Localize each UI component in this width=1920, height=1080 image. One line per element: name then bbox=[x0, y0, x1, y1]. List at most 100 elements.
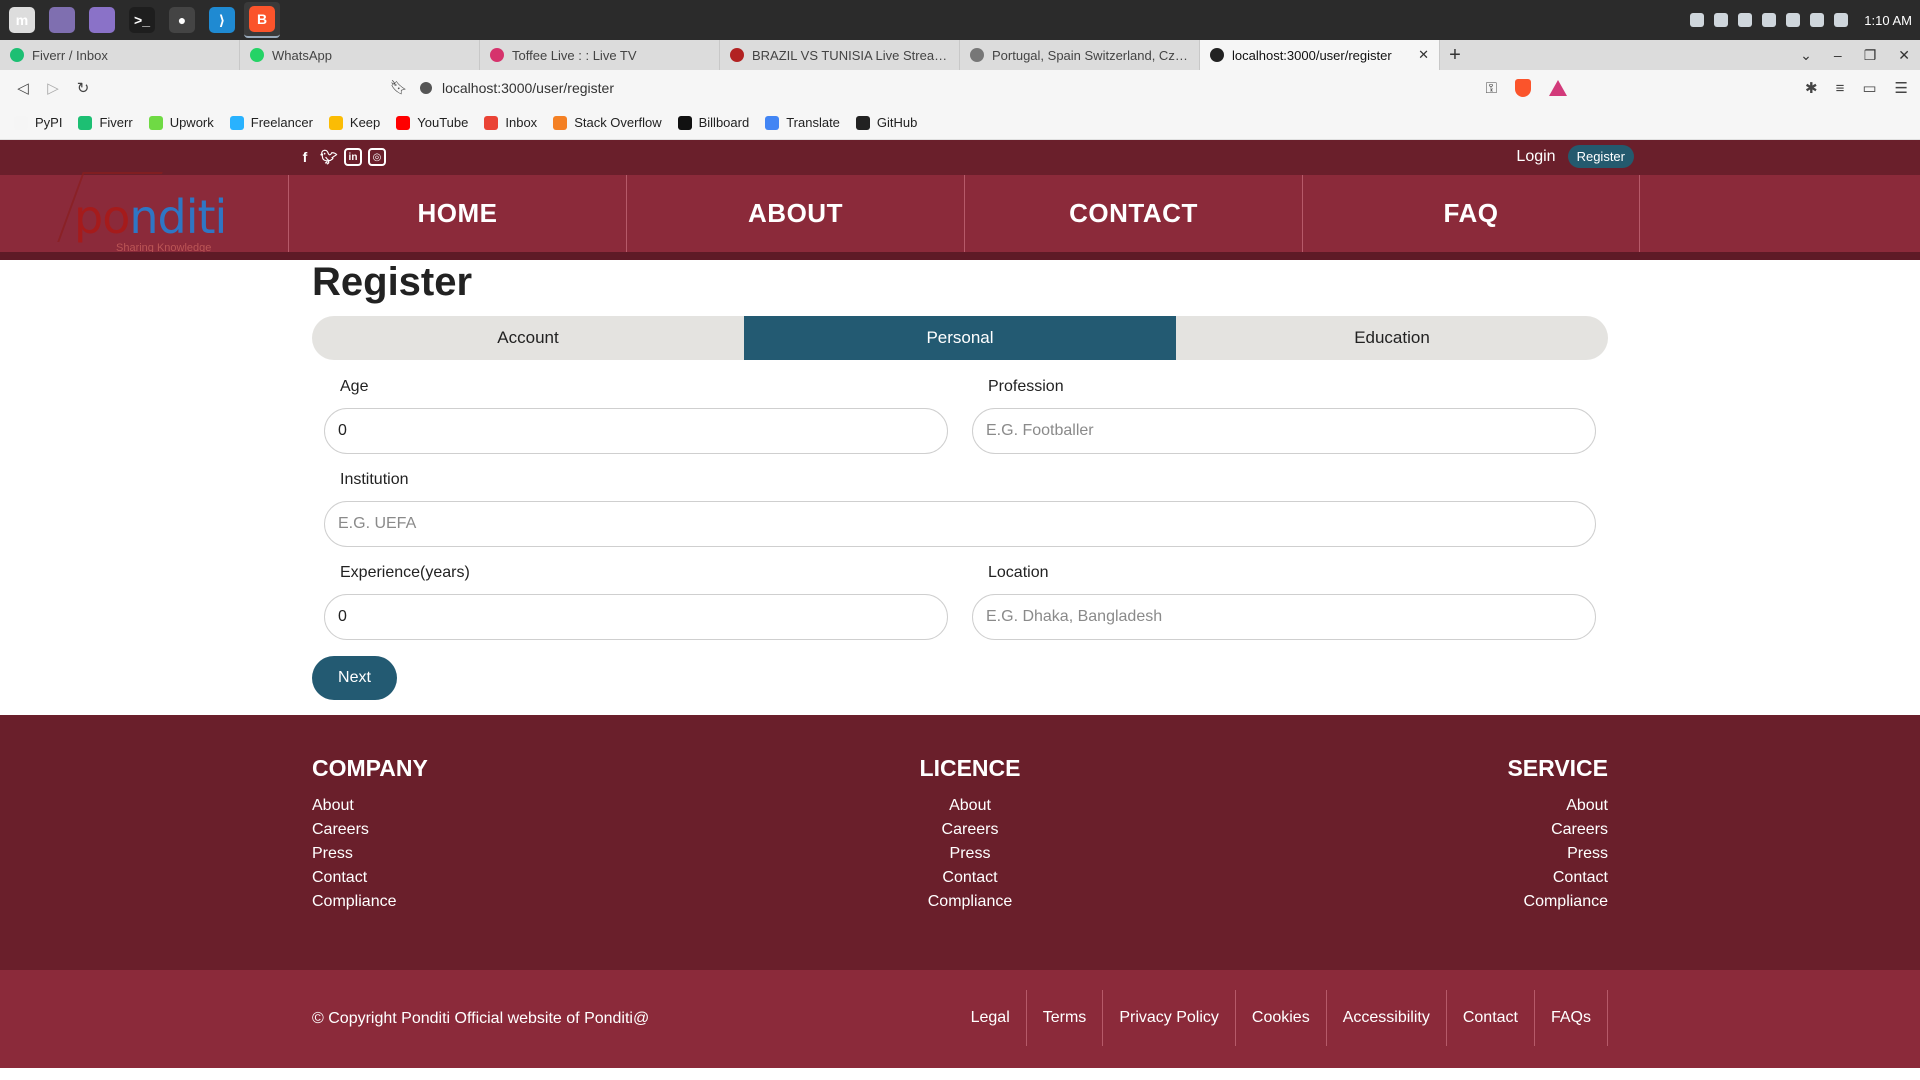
page-title: Register bbox=[312, 260, 473, 304]
bluetooth-icon[interactable] bbox=[1714, 13, 1729, 27]
brave-rewards-icon[interactable] bbox=[1549, 80, 1568, 96]
footer-link[interactable]: Contact bbox=[1507, 866, 1608, 890]
bookmark-item[interactable]: Inbox bbox=[484, 115, 537, 130]
music-icon[interactable] bbox=[1810, 13, 1825, 27]
site-logo[interactable]: ponditi Sharing Knowledge bbox=[57, 170, 230, 254]
footer-link[interactable]: Compliance bbox=[312, 890, 428, 914]
bookmark-item[interactable]: Translate bbox=[765, 115, 840, 130]
footer-link[interactable]: Careers bbox=[910, 818, 1030, 842]
twitter-icon[interactable]: 🐦︎ bbox=[320, 148, 338, 166]
reload-button[interactable]: ↻ bbox=[68, 79, 98, 97]
clock[interactable]: 1:10 AM bbox=[1864, 13, 1912, 28]
footer-link[interactable]: About bbox=[910, 794, 1030, 818]
footer-link[interactable]: Compliance bbox=[1507, 890, 1608, 914]
menu-icon[interactable]: ☰ bbox=[1895, 79, 1908, 97]
close-tab-icon[interactable]: ✕ bbox=[1418, 47, 1429, 63]
taskbar-app[interactable]: ⟩ bbox=[204, 2, 240, 38]
close-window-button[interactable]: ✕ bbox=[1898, 47, 1910, 64]
footer-link[interactable]: Press bbox=[910, 842, 1030, 866]
browser-tab[interactable]: localhost:3000/user/register ✕ bbox=[1200, 40, 1440, 70]
browser-tab[interactable]: Portugal, Spain Switzerland, Czech bbox=[960, 40, 1200, 70]
step-personal[interactable]: Personal bbox=[744, 316, 1176, 360]
bookmark-item[interactable]: GitHub bbox=[855, 115, 917, 130]
contact-link[interactable]: Contact bbox=[1447, 990, 1535, 1046]
age-input[interactable] bbox=[324, 408, 948, 454]
site-header: f 🐦︎ in ◎ Login Register ponditi Sharing… bbox=[0, 140, 1920, 260]
experience-input[interactable] bbox=[324, 594, 948, 640]
bookmark-item[interactable]: Upwork bbox=[148, 115, 214, 130]
taskbar-app[interactable] bbox=[44, 2, 80, 38]
bookmark-item[interactable]: Stack Overflow bbox=[553, 115, 662, 130]
legal-link[interactable]: Legal bbox=[955, 990, 1027, 1046]
instagram-icon[interactable]: ◎ bbox=[368, 148, 386, 166]
tab-list-chevron-icon[interactable]: ⌄ bbox=[1800, 47, 1812, 64]
brave-shields-icon[interactable] bbox=[1515, 79, 1532, 97]
bookmark-item[interactable]: Fiverr bbox=[78, 115, 133, 130]
nav-about[interactable]: ABOUT bbox=[626, 175, 964, 252]
back-button[interactable]: ◁ bbox=[8, 79, 38, 97]
extensions-icon[interactable]: ✱ bbox=[1805, 79, 1818, 97]
browser-tab[interactable]: BRAZIL VS TUNISIA Live Stream Or bbox=[720, 40, 960, 70]
cookies-link[interactable]: Cookies bbox=[1236, 990, 1327, 1046]
tab-title: BRAZIL VS TUNISIA Live Stream Or bbox=[752, 47, 949, 63]
footer-link[interactable]: Compliance bbox=[910, 890, 1030, 914]
network-icon[interactable] bbox=[1762, 13, 1777, 27]
footer-link[interactable]: Press bbox=[1507, 842, 1608, 866]
new-tab-button[interactable]: + bbox=[1440, 44, 1470, 67]
bookmark-item[interactable]: Billboard bbox=[677, 115, 750, 130]
bookmark-label: Translate bbox=[786, 115, 840, 130]
nav-contact[interactable]: CONTACT bbox=[964, 175, 1302, 252]
bookmark-item[interactable]: YouTube bbox=[396, 115, 468, 130]
step-account[interactable]: Account bbox=[312, 316, 744, 360]
bookmark-item[interactable]: Freelancer bbox=[229, 115, 313, 130]
tab-favicon-icon bbox=[490, 48, 504, 62]
bookmark-label: Billboard bbox=[698, 115, 750, 130]
footer-link[interactable]: About bbox=[312, 794, 428, 818]
step-education[interactable]: Education bbox=[1176, 316, 1608, 360]
linkedin-icon[interactable]: in bbox=[344, 148, 362, 166]
footer-link[interactable]: Careers bbox=[1507, 818, 1608, 842]
nav-faq[interactable]: FAQ bbox=[1302, 175, 1640, 252]
taskbar-app[interactable]: m bbox=[4, 2, 40, 38]
browser-tab[interactable]: WhatsApp bbox=[240, 40, 480, 70]
facebook-icon[interactable]: f bbox=[296, 148, 314, 166]
nav-home[interactable]: HOME bbox=[288, 175, 626, 252]
site-info-icon[interactable] bbox=[420, 82, 432, 94]
browser-tab[interactable]: Toffee Live : : Live TV bbox=[480, 40, 720, 70]
bookmark-item[interactable]: Keep bbox=[328, 115, 380, 130]
footer-link[interactable]: Careers bbox=[312, 818, 428, 842]
wallet-icon[interactable]: ▭ bbox=[1862, 79, 1876, 97]
next-button[interactable]: Next bbox=[312, 656, 397, 700]
wifi-icon[interactable] bbox=[1786, 13, 1801, 27]
minimize-button[interactable]: – bbox=[1834, 47, 1842, 63]
taskbar-app[interactable] bbox=[84, 2, 120, 38]
chat-icon[interactable] bbox=[1690, 13, 1705, 27]
location-input[interactable] bbox=[972, 594, 1596, 640]
profession-input[interactable] bbox=[972, 408, 1596, 454]
footer-link[interactable]: Contact bbox=[312, 866, 428, 890]
footer-link[interactable]: Contact bbox=[910, 866, 1030, 890]
terms-link[interactable]: Terms bbox=[1027, 990, 1104, 1046]
taskbar-app[interactable]: B bbox=[244, 2, 280, 38]
taskbar-app[interactable]: >_ bbox=[124, 2, 160, 38]
bookmark-item[interactable]: PyPI bbox=[14, 115, 62, 130]
privacy-policy-link[interactable]: Privacy Policy bbox=[1103, 990, 1236, 1046]
taskbar-app[interactable]: ● bbox=[164, 2, 200, 38]
institution-input[interactable] bbox=[324, 501, 1596, 547]
experience-label: Experience(years) bbox=[340, 564, 470, 581]
battery-icon[interactable] bbox=[1834, 13, 1849, 27]
browser-tab[interactable]: Fiverr / Inbox bbox=[0, 40, 240, 70]
footer-link[interactable]: About bbox=[1507, 794, 1608, 818]
login-link[interactable]: Login bbox=[1516, 148, 1555, 166]
footer-link[interactable]: Press bbox=[312, 842, 428, 866]
key-icon[interactable]: ⚿ bbox=[1486, 80, 1497, 97]
playlist-icon[interactable]: ≡ bbox=[1836, 80, 1845, 97]
faqs-link[interactable]: FAQs bbox=[1535, 990, 1608, 1046]
bookmark-icon[interactable]: 🔖︎ bbox=[390, 79, 408, 96]
forward-button[interactable]: ▷ bbox=[38, 79, 68, 97]
accessibility-link[interactable]: Accessibility bbox=[1327, 990, 1447, 1046]
restore-button[interactable]: ❐ bbox=[1864, 47, 1877, 64]
register-link[interactable]: Register bbox=[1567, 145, 1634, 168]
address-bar[interactable]: localhost:3000/user/register bbox=[420, 74, 1420, 102]
shield-icon[interactable] bbox=[1738, 13, 1753, 27]
